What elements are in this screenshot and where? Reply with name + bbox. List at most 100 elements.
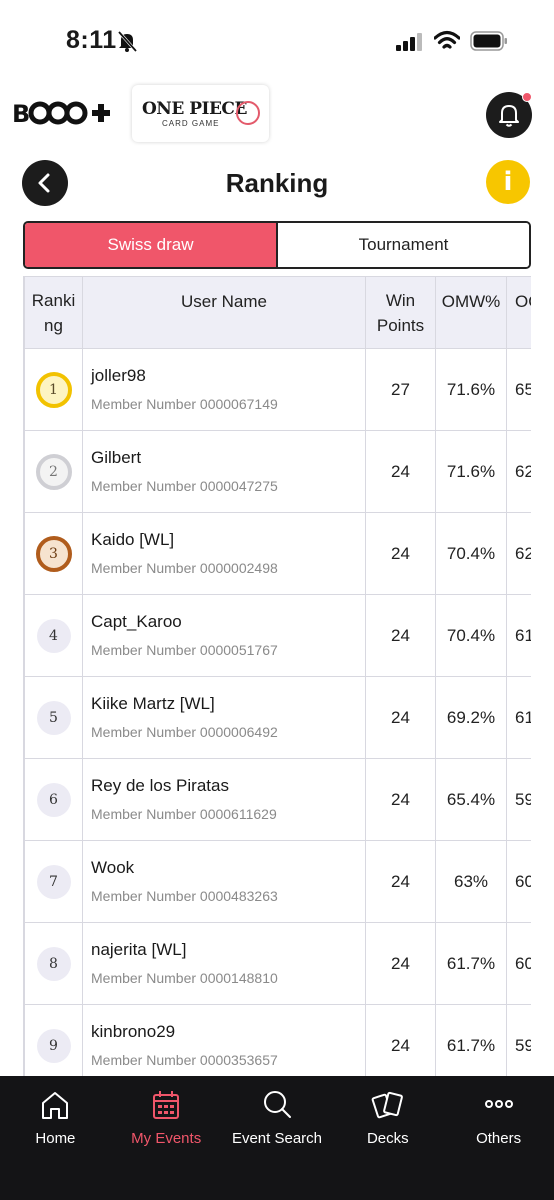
oow-cell: 59 — [506, 758, 531, 841]
rank-badge: 2 — [35, 453, 72, 490]
cell-signal-icon — [396, 33, 422, 51]
rank-cell: 2 — [24, 430, 83, 513]
member-number: Member Number 0000483263 — [91, 887, 278, 904]
omw-cell: 71.6% — [435, 430, 507, 513]
rank-cell: 7 — [24, 840, 83, 923]
ranking-table-container[interactable]: Ranki ng User Name Win Points OMW% OO 1j… — [23, 276, 531, 1076]
user-name: Wook — [91, 857, 135, 877]
nav-my-events[interactable]: My Events — [111, 1076, 222, 1200]
nav-others[interactable]: Others — [443, 1076, 554, 1200]
table-row[interactable]: 1 joller98 Member Number 0000067149 27 71.6%… — [24, 348, 531, 431]
user-name: Gilbert — [91, 447, 142, 467]
status-bar: 8:11 — [0, 0, 554, 82]
table-header-row: Ranki ng User Name Win Points OMW% OO — [24, 276, 531, 349]
wifi-icon — [434, 30, 460, 49]
column-header-ranking-label: Ranki ng — [31, 290, 76, 335]
member-number: Member Number 0000006492 — [91, 723, 278, 740]
table-row[interactable]: 8 najerita [WL] Member Number 0000148810 24… — [24, 922, 531, 1005]
info-button[interactable]: i — [486, 160, 530, 204]
svg-text:B: B — [12, 100, 30, 128]
win-points-cell: 24 — [365, 594, 436, 677]
nav-home-label: Home — [35, 1130, 76, 1147]
rank-badge: 9 — [36, 1028, 71, 1063]
omw-cell: 63% — [435, 840, 507, 923]
table-row[interactable]: 3 Kaido [WL] Member Number 0000002498 24 70.… — [24, 512, 531, 595]
omw-cell: 70.4% — [435, 594, 507, 677]
home-icon — [42, 1092, 69, 1119]
user-cell: Kiike Martz [WL] Member Number 0000006492 — [82, 676, 366, 759]
rank-cell: 4 — [24, 594, 83, 677]
table-row[interactable]: 4 Capt_Karoo Member Number 0000051767 24 70.… — [24, 594, 531, 677]
one-piece-card-game-logo: ONE PIECE CARD GAME — [132, 85, 269, 142]
bell-icon — [499, 105, 519, 127]
column-header-oow: OO — [506, 276, 531, 349]
calendar-icon — [153, 1091, 180, 1119]
user-cell: Rey de los Piratas Member Number 00006116… — [82, 758, 366, 841]
member-number: Member Number 0000353657 — [91, 1051, 278, 1068]
status-time: 8:11 — [66, 26, 117, 54]
omw-cell: 69.2% — [435, 676, 507, 759]
user-name: Rey de los Piratas — [91, 775, 229, 795]
user-cell: Wook Member Number 0000483263 — [82, 840, 366, 923]
win-points-cell: 24 — [365, 512, 436, 595]
oow-cell: 65 — [506, 348, 531, 431]
omw-cell: 65.4% — [435, 758, 507, 841]
user-name: najerita [WL] — [91, 939, 187, 959]
win-points-cell: 24 — [365, 430, 436, 513]
rank-badge: 6 — [36, 782, 71, 817]
win-points-cell: 24 — [365, 840, 436, 923]
oow-cell: 62 — [506, 512, 531, 595]
nav-event-search-label: Event Search — [231, 1130, 323, 1147]
tab-swiss-draw[interactable]: Swiss draw — [25, 223, 278, 267]
rank-badge: 5 — [36, 700, 71, 735]
table-row[interactable]: 6 Rey de los Piratas Member Number 0000611… — [24, 758, 531, 841]
tab-tournament[interactable]: Tournament — [278, 223, 529, 267]
omw-cell: 61.7% — [435, 922, 507, 1005]
ranking-tabs: Swiss draw Tournament — [23, 221, 531, 269]
table-row[interactable]: 2 Gilbert Member Number 0000047275 24 71.6% 6… — [24, 430, 531, 513]
battery-icon — [470, 31, 507, 51]
nav-home[interactable]: Home — [0, 1076, 111, 1200]
rank-cell: 8 — [24, 922, 83, 1005]
logo-ring-icon — [236, 101, 260, 125]
more-icon — [484, 1100, 513, 1108]
user-name: Capt_Karoo — [91, 611, 182, 631]
omw-cell: 70.4% — [435, 512, 507, 595]
user-name: kinbrono29 — [91, 1021, 176, 1041]
nav-my-events-label: My Events — [131, 1130, 202, 1147]
user-cell: Capt_Karoo Member Number 0000051767 — [82, 594, 366, 677]
rank-cell: 6 — [24, 758, 83, 841]
win-points-cell: 24 — [365, 758, 436, 841]
rank-cell: 9 — [24, 1004, 83, 1076]
rank-cell: 5 — [24, 676, 83, 759]
win-points-cell: 24 — [365, 922, 436, 1005]
table-row[interactable]: 7 Wook Member Number 0000483263 2463%60 — [24, 840, 531, 923]
member-number: Member Number 0000148810 — [91, 969, 278, 986]
member-number: Member Number 0000002498 — [91, 559, 278, 576]
nav-decks[interactable]: Decks — [332, 1076, 443, 1200]
win-points-cell: 24 — [365, 676, 436, 759]
nav-event-search[interactable]: Event Search — [222, 1076, 333, 1200]
rank-badge: 3 — [35, 535, 72, 572]
user-cell: najerita [WL] Member Number 0000148810 — [82, 922, 366, 1005]
oow-cell: 60 — [506, 840, 531, 923]
table-row[interactable]: 5 Kiike Martz [WL] Member Number 000000649… — [24, 676, 531, 759]
column-header-omw: OMW% — [435, 276, 507, 349]
rank-badge: 7 — [36, 864, 71, 899]
nav-others-label: Others — [476, 1130, 522, 1147]
rank-badge: 1 — [35, 371, 72, 408]
column-header-win-points-label: Win Points — [376, 290, 425, 335]
rank-badge: 8 — [36, 946, 71, 981]
user-cell: kinbrono29 Member Number 0000353657 — [82, 1004, 366, 1076]
bandai-tcg-logo: B — [12, 98, 112, 128]
logo-title: ONE PIECE — [142, 99, 247, 119]
table-row[interactable]: 9 kinbrono29 Member Number 0000353657 24 61.… — [24, 1004, 531, 1076]
nav-decks-label: Decks — [366, 1130, 409, 1147]
win-points-cell: 24 — [365, 1004, 436, 1076]
user-cell: Gilbert Member Number 0000047275 — [82, 430, 366, 513]
oow-cell: 60 — [506, 922, 531, 1005]
ranking-table: Ranki ng User Name Win Points OMW% OO 1j… — [24, 276, 531, 1076]
page-title: Ranking — [225, 168, 329, 198]
rank-cell: 3 — [24, 512, 83, 595]
oow-cell: 62 — [506, 430, 531, 513]
